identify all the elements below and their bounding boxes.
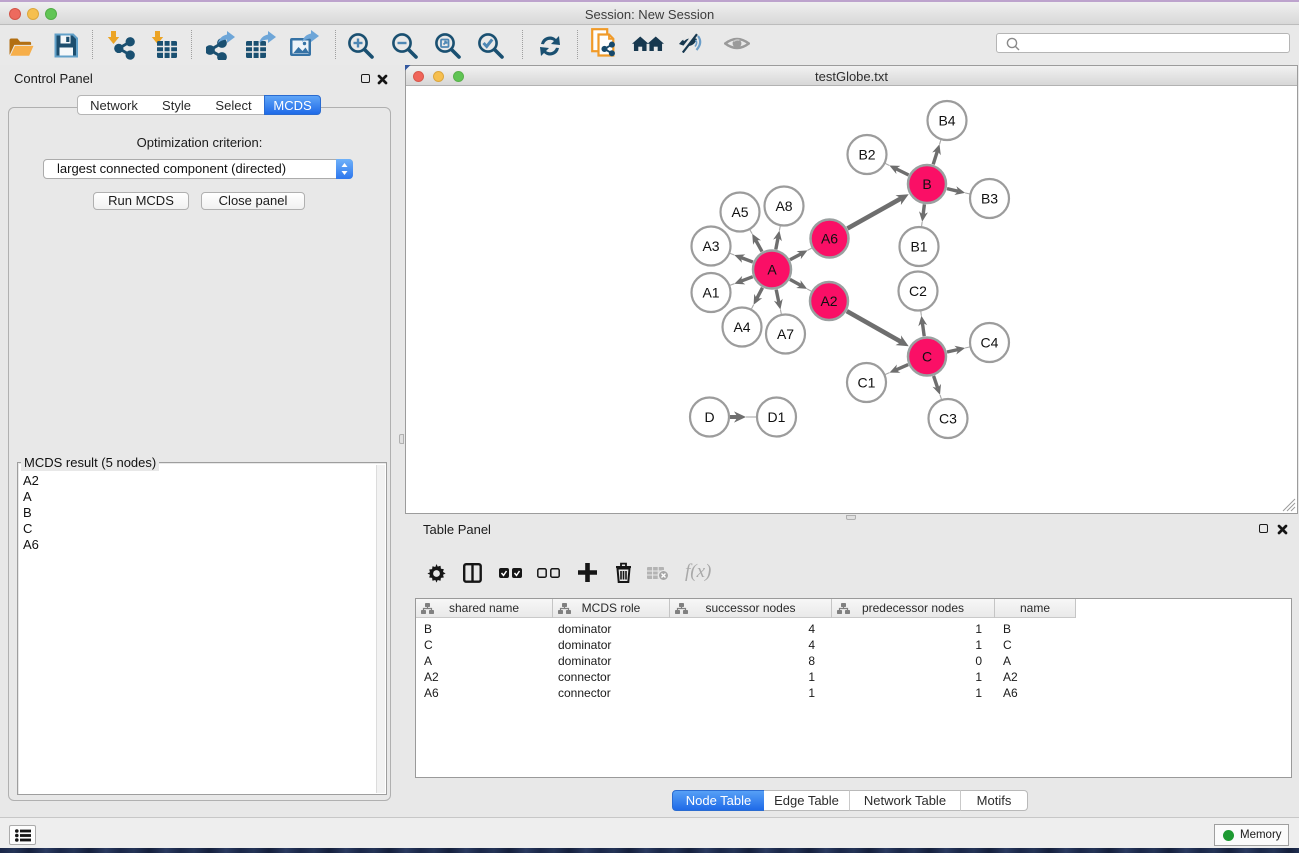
svg-text:C: C [922, 348, 932, 364]
svg-text:C3: C3 [939, 410, 957, 426]
svg-text:D: D [704, 409, 714, 425]
svg-text:A3: A3 [702, 238, 719, 254]
svg-text:B1: B1 [910, 238, 927, 254]
svg-text:A5: A5 [731, 204, 748, 220]
svg-text:A2: A2 [820, 293, 837, 309]
svg-text:A: A [767, 261, 777, 277]
svg-text:A4: A4 [733, 319, 750, 335]
svg-text:A8: A8 [775, 198, 792, 214]
svg-text:A6: A6 [821, 230, 838, 246]
svg-text:C4: C4 [981, 334, 999, 350]
svg-text:B2: B2 [858, 146, 875, 162]
svg-text:C2: C2 [909, 283, 927, 299]
svg-text:D1: D1 [768, 409, 786, 425]
svg-text:A7: A7 [777, 326, 794, 342]
svg-text:B3: B3 [981, 190, 998, 206]
svg-text:C1: C1 [858, 374, 876, 390]
svg-text:B: B [922, 176, 931, 192]
svg-text:A1: A1 [702, 284, 719, 300]
svg-text:B4: B4 [938, 112, 955, 128]
